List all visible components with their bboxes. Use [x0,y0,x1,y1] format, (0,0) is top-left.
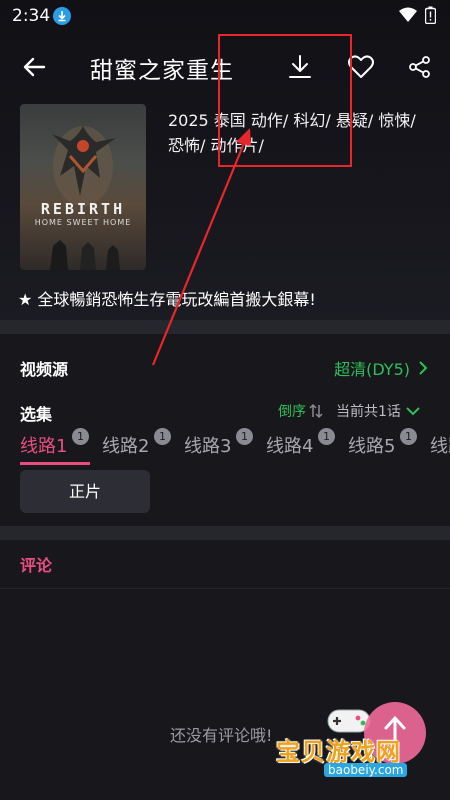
download-icon [53,7,71,25]
active-tab-indicator [20,462,90,465]
tab-label: 线路2 [102,436,150,457]
tab-label: 线路5 [348,436,396,457]
tab-label: 线路1 [20,436,68,457]
site-watermark: 宝贝游戏网 baobeiy.com [268,700,450,780]
tab-badge: 1 [236,428,253,445]
tab-line-4[interactable]: 线路4 1 [266,428,335,458]
status-bar: 2:34 [0,0,450,32]
share-button[interactable] [406,52,434,82]
tab-line-2[interactable]: 线路2 1 [102,428,171,458]
tab-badge: 1 [72,428,89,445]
page-title: 甜蜜之家重生 [90,58,234,84]
sort-toggle[interactable]: 倒序 [278,401,323,421]
battery-alert-icon [425,6,436,24]
line-tabs: 线路1 1 线路2 1 线路3 1 线路4 1 线路5 1 线路6 [0,428,450,468]
sort-label: 倒序 [278,404,306,420]
chevron-down-icon [406,407,420,416]
tab-badge: 1 [318,428,335,445]
sort-icon [309,403,323,419]
source-value: 超清(DY5) [334,360,410,379]
section-divider [0,526,450,540]
watermark-domain: baobeiy.com [324,763,408,777]
tab-label: 线路6 [430,436,450,457]
comments-separator [0,588,450,589]
empty-comments-text: 还没有评论哦! [170,726,273,745]
tab-badge: 1 [400,428,417,445]
wifi-icon [399,7,417,22]
tab-label: 线路4 [266,436,314,457]
poster-title: REBIRTH [40,200,126,218]
episode-count: 当前共1话 [336,404,401,420]
source-selector[interactable]: 超清(DY5) [334,356,428,380]
episode-count-dropdown[interactable]: 当前共1话 [336,401,421,421]
episodes-label: 选集 [20,405,53,424]
movie-poster[interactable]: REBIRTH HOME SWEET HOME [20,104,146,270]
tab-label: 线路3 [184,436,232,457]
chevron-right-icon [419,361,428,375]
source-label: 视频源 [20,360,69,379]
status-time: 2:34 [12,6,51,26]
tab-badge: 1 [154,428,171,445]
back-arrow-icon [23,57,46,77]
share-icon [409,56,430,78]
back-button[interactable] [20,52,52,82]
section-divider [0,320,450,334]
comments-label: 评论 [20,556,53,575]
annotation-highlight-box [218,34,352,167]
status-icons [399,6,436,24]
watermark-text: 宝贝游戏网 [276,738,401,766]
episode-button[interactable]: 正片 [20,470,150,513]
tab-line-6[interactable]: 线路6 [430,432,450,458]
tab-line-3[interactable]: 线路3 1 [184,428,253,458]
tab-line-5[interactable]: 线路5 1 [348,428,417,458]
movie-tagline: ★ 全球暢銷恐怖生存電玩改編首搬大銀幕! [18,290,316,309]
poster-soldiers-image [50,240,120,270]
poster-subtitle: HOME SWEET HOME [34,218,132,227]
tab-line-1[interactable]: 线路1 1 [20,428,89,458]
